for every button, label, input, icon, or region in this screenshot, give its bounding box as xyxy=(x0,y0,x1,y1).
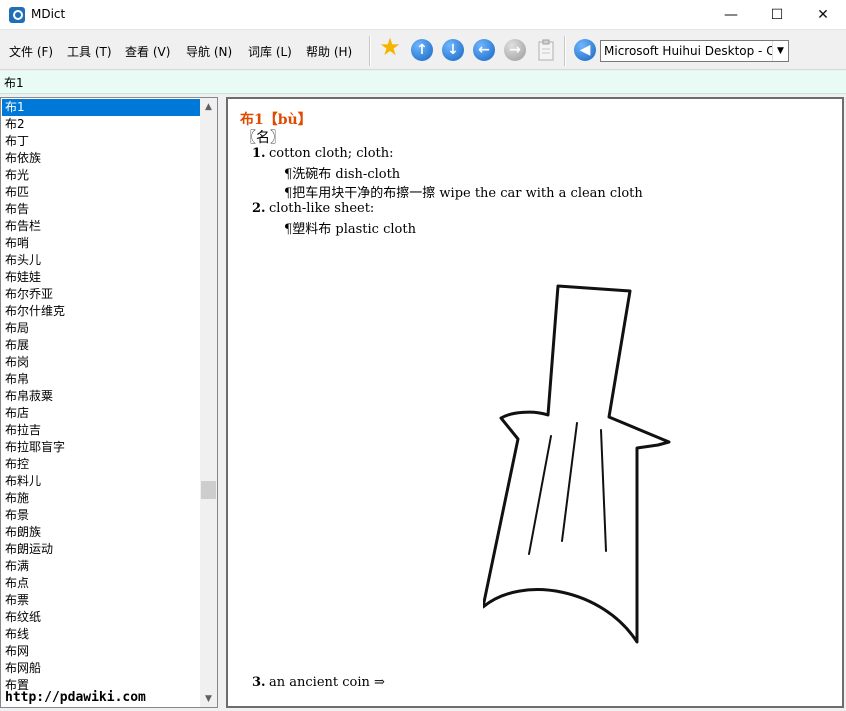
menu-tools[interactable]: 工具 (T) xyxy=(67,43,112,60)
toolbar: 文件 (F) 工具 (T) 查看 (V) 导航 (N) 词库 (L) 帮助 (H… xyxy=(0,30,846,70)
word-list-item[interactable]: 布局 xyxy=(2,320,201,337)
chevron-down-icon[interactable]: ▼ xyxy=(772,41,788,61)
scroll-up-icon[interactable]: ▲ xyxy=(200,98,217,115)
entry-panel: 布1【bù】 〖名〗 1. cotton cloth; cloth: ¶洗碗布 … xyxy=(226,97,844,708)
word-list: 布1 布2 布丁 布依族 布光 布匹 布告 布告栏 布哨 布头儿 布娃娃 布尔乔亚 布尔什维克 布局 布展布… xyxy=(0,97,218,708)
menu-file[interactable]: 文件 (F) xyxy=(9,43,53,60)
headword: 布1【bù】 xyxy=(240,112,312,128)
word-list-item[interactable]: 布帛菽粟 xyxy=(2,388,201,405)
word-list-item[interactable]: 布料儿 xyxy=(2,473,201,490)
arrow-right-icon[interactable]: → xyxy=(504,39,526,61)
word-list-item[interactable]: 布展 xyxy=(2,337,201,354)
menu-navigate[interactable]: 导航 (N) xyxy=(186,43,232,60)
word-list-item[interactable]: 布施 xyxy=(2,490,201,507)
example-sentence: ¶把车用块干净的布擦一擦 wipe the car with a clean c… xyxy=(284,186,643,201)
minimize-button[interactable]: — xyxy=(708,0,754,30)
word-list-item[interactable]: 布依族 xyxy=(2,150,201,167)
toolbar-separator xyxy=(564,36,566,66)
word-list-item[interactable]: 布岗 xyxy=(2,354,201,371)
word-list-item[interactable]: 布店 xyxy=(2,405,201,422)
word-list-item[interactable]: 布景 xyxy=(2,507,201,524)
word-list-item[interactable]: 布线 xyxy=(2,626,201,643)
example-sentence: ¶塑料布 plastic cloth xyxy=(284,222,416,237)
arrow-left-icon[interactable]: ← xyxy=(473,39,495,61)
word-list-item[interactable]: 布2 xyxy=(2,116,201,133)
word-list-item[interactable]: 布控 xyxy=(2,456,201,473)
word-list-item[interactable]: 布光 xyxy=(2,167,201,184)
sense-number: 3. xyxy=(252,675,266,690)
word-list-item[interactable]: 布网 xyxy=(2,643,201,660)
menu-library[interactable]: 词库 (L) xyxy=(248,43,292,60)
sense-definition: cotton cloth; cloth: xyxy=(269,146,394,161)
word-list-item[interactable]: 布帛 xyxy=(2,371,201,388)
menu-view[interactable]: 查看 (V) xyxy=(125,43,170,60)
word-list-scrollbar[interactable]: ▲ ▼ xyxy=(200,98,217,707)
word-list-item[interactable]: 布告 xyxy=(2,201,201,218)
star-icon[interactable]: ★ xyxy=(379,35,401,59)
word-list-item[interactable]: 布朗运动 xyxy=(2,541,201,558)
scroll-down-icon[interactable]: ▼ xyxy=(200,690,217,707)
word-list-item[interactable]: 布哨 xyxy=(2,235,201,252)
sense-definition: cloth-like sheet: xyxy=(269,201,375,216)
word-list-item[interactable]: 布尔乔亚 xyxy=(2,286,201,303)
word-list-item[interactable]: 布票 xyxy=(2,592,201,609)
word-list-item[interactable]: 布1 xyxy=(2,99,201,116)
word-list-item[interactable]: 布拉吉 xyxy=(2,422,201,439)
ancient-coin-illustration xyxy=(483,284,671,644)
mdict-app-icon xyxy=(9,7,25,23)
word-list-item[interactable]: 布点 xyxy=(2,575,201,592)
sense-definition[interactable]: an ancient coin ⇒ xyxy=(269,675,385,690)
window-title: MDict xyxy=(31,7,66,21)
word-list-item[interactable]: 布网船 xyxy=(2,660,201,677)
arrow-up-icon[interactable]: ↑ xyxy=(411,39,433,61)
search-input[interactable] xyxy=(2,73,842,92)
word-list-item[interactable]: 布朗族 xyxy=(2,524,201,541)
voice-select[interactable]: Microsoft Huihui Desktop - C ▼ xyxy=(600,40,789,62)
watermark: http://pdawiki.com xyxy=(5,690,146,705)
scroll-thumb[interactable] xyxy=(201,481,216,499)
sense-number: 1. xyxy=(252,146,266,161)
close-button[interactable]: ✕ xyxy=(800,0,846,30)
maximize-button[interactable]: ☐ xyxy=(754,0,800,30)
word-list-item[interactable]: 布拉耶盲字 xyxy=(2,439,201,456)
word-list-item[interactable]: 布娃娃 xyxy=(2,269,201,286)
example-sentence: ¶洗碗布 dish-cloth xyxy=(284,167,401,182)
title-bar: MDict — ☐ ✕ xyxy=(0,0,846,30)
sense-number: 2. xyxy=(252,201,266,216)
arrow-down-icon[interactable]: ↓ xyxy=(442,39,464,61)
voice-select-value: Microsoft Huihui Desktop - C xyxy=(604,44,775,58)
word-list-item[interactable]: 布告栏 xyxy=(2,218,201,235)
part-of-speech: 〖名〗 xyxy=(242,130,284,146)
search-bar xyxy=(0,71,846,94)
word-list-item[interactable]: 布匹 xyxy=(2,184,201,201)
word-list-item[interactable]: 布尔什维克 xyxy=(2,303,201,320)
word-list-item[interactable]: 布头儿 xyxy=(2,252,201,269)
menu-help[interactable]: 帮助 (H) xyxy=(306,43,352,60)
word-list-item[interactable]: 布丁 xyxy=(2,133,201,150)
toolbar-separator xyxy=(369,36,371,66)
speaker-icon[interactable]: ◀ xyxy=(574,39,596,61)
clipboard-icon[interactable] xyxy=(535,39,557,61)
word-list-item[interactable]: 布满 xyxy=(2,558,201,575)
word-list-item[interactable]: 布纹纸 xyxy=(2,609,201,626)
